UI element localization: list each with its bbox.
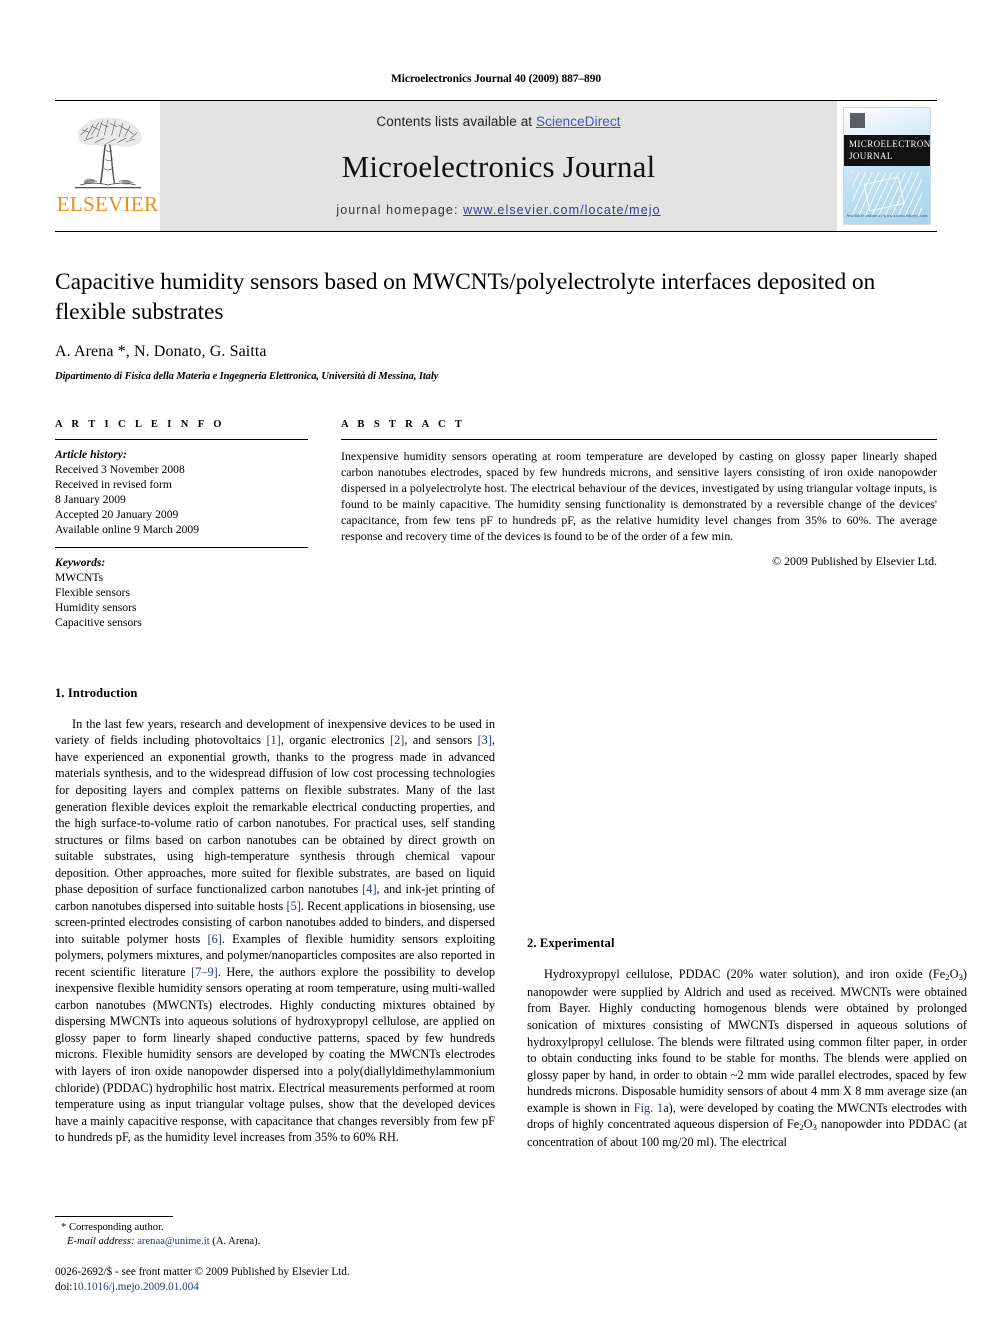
journal-masthead: ELSEVIER Contents lists available at Sci… <box>55 100 937 231</box>
doi-line: doi:10.1016/j.mejo.2009.01.004 <box>55 1280 495 1295</box>
imprint-block: 0026-2692/$ - see front matter © 2009 Pu… <box>55 1265 495 1295</box>
history-item: 8 January 2009 <box>55 493 126 507</box>
article-info-heading: A R T I C L E I N F O <box>55 419 225 431</box>
abstract-copyright: © 2009 Published by Elsevier Ltd. <box>772 553 937 568</box>
elsevier-wordmark: ELSEVIER <box>56 192 159 216</box>
intro-text-h: . Here, the authors explore the possibil… <box>55 964 495 1145</box>
title-block: Capacitive humidity sensors based on MWC… <box>55 267 937 382</box>
contents-line: Contents lists available at ScienceDirec… <box>376 114 620 129</box>
journal-title: Microelectronics Journal <box>341 148 656 184</box>
exp-text-e: O <box>803 1117 813 1132</box>
citation-4[interactable]: [4] <box>362 882 376 896</box>
intro-text-c: , and sensors <box>404 733 478 748</box>
cover-title-band: MICROELECTRONICS JOURNAL <box>844 135 930 166</box>
keywords-rule <box>55 546 308 548</box>
citation-2[interactable]: [2] <box>390 733 404 747</box>
contents-label: Contents lists available at <box>376 114 537 129</box>
abstract-text: Inexpensive humidity sensors operating a… <box>341 449 937 543</box>
doi-label: doi: <box>55 1281 73 1294</box>
author-list: A. Arena *, N. Donato, G. Saitta <box>55 343 267 361</box>
intro-text-b: , organic electronics <box>280 733 390 748</box>
section-heading-introduction: 1. Introduction <box>55 685 138 700</box>
citation-1[interactable]: [1] <box>266 733 280 747</box>
introduction-paragraph: In the last few years, research and deve… <box>55 716 495 1146</box>
citation-3[interactable]: [3] <box>478 733 492 747</box>
cover-elsevier-mark-icon <box>850 113 865 128</box>
cover-footer-text: Available online at www.sciencedirect.co… <box>846 213 928 218</box>
masthead-bottom-rule <box>55 231 937 232</box>
article-info-column: A R T I C L E I N F O Article history: R… <box>55 419 308 630</box>
citation-7-9[interactable]: [7–9] <box>191 965 218 979</box>
keyword-item: Flexible sensors <box>55 585 131 599</box>
body-column-right: 2. Experimental Hydroxypropyl cellulose,… <box>527 686 967 1151</box>
footnote-block: * Corresponding author. E-mail address: … <box>55 1215 495 1295</box>
exp-text-a: Hydroxypropyl cellulose, PDDAC (20% wate… <box>544 966 946 981</box>
citation-5[interactable]: [5] <box>287 899 301 913</box>
keyword-item: Humidity sensors <box>55 600 137 614</box>
history-item: Accepted 20 January 2009 <box>55 508 179 522</box>
article-title: Capacitive humidity sensors based on MWC… <box>55 269 876 326</box>
experimental-paragraph: Hydroxypropyl cellulose, PDDAC (20% wate… <box>527 966 967 1151</box>
elsevier-logo: ELSEVIER <box>55 101 160 231</box>
journal-homepage-link[interactable]: www.elsevier.com/locate/mejo <box>463 203 661 217</box>
cover-title-line2: JOURNAL <box>849 151 893 161</box>
email-label: E-mail address: <box>67 1235 135 1247</box>
figure-1-link[interactable]: Fig. 1 <box>634 1101 663 1115</box>
journal-banner: Contents lists available at ScienceDirec… <box>160 101 837 231</box>
running-head: Microelectronics Journal 40 (2009) 887–8… <box>390 73 601 85</box>
intro-text-d: , have experienced an exponential growth… <box>55 733 495 897</box>
body-columns: 1. Introduction In the last few years, r… <box>55 686 967 1151</box>
abstract-column: A B S T R A C T Inexpensive humidity sen… <box>341 419 937 630</box>
keywords-block: Keywords: MWCNTs Flexible sensors Humidi… <box>55 555 308 630</box>
history-item: Available online 9 March 2009 <box>55 523 200 537</box>
cover-title-line1: MICROELECTRONICS <box>849 139 931 149</box>
homepage-label: journal homepage: <box>336 203 464 217</box>
issn-front-matter: 0026-2692/$ - see front matter © 2009 Pu… <box>55 1266 350 1279</box>
footnote-rule <box>55 1215 173 1217</box>
citation-6[interactable]: [6] <box>208 932 222 946</box>
email-note: E-mail address: arenaa@unime.it (A. Aren… <box>55 1235 495 1249</box>
journal-homepage-line: journal homepage: www.elsevier.com/locat… <box>336 203 660 217</box>
affiliation: Dipartimento di Fisica della Materia e I… <box>55 371 439 383</box>
keyword-item: Capacitive sensors <box>55 615 142 629</box>
info-abstract-row: A R T I C L E I N F O Article history: R… <box>55 419 937 630</box>
cover-image: MICROELECTRONICS JOURNAL Available onlin… <box>843 107 931 225</box>
keywords-label: Keywords: <box>55 555 106 569</box>
sciencedirect-link[interactable]: ScienceDirect <box>536 114 621 129</box>
abstract-heading: A B S T R A C T <box>341 419 466 431</box>
journal-article-page: Microelectronics Journal 40 (2009) 887–8… <box>0 0 992 1323</box>
article-history-label: Article history: <box>55 448 127 462</box>
journal-cover-thumbnail: MICROELECTRONICS JOURNAL Available onlin… <box>837 101 937 231</box>
author-email-link[interactable]: arenaa@unime.it <box>137 1236 209 1247</box>
email-author: (A. Arena). <box>212 1235 261 1247</box>
section-heading-experimental: 2. Experimental <box>527 935 615 950</box>
keyword-item: MWCNTs <box>55 570 104 584</box>
doi-link[interactable]: 10.1016/j.mejo.2009.01.004 <box>72 1281 198 1293</box>
history-item: Received 3 November 2008 <box>55 463 185 477</box>
article-history: Article history: Received 3 November 200… <box>55 440 308 537</box>
exp-text-c: ) nanopowder were supplied by Aldrich an… <box>527 966 967 1115</box>
corresponding-author-note: * Corresponding author. <box>61 1221 164 1233</box>
elsevier-tree-icon <box>74 118 142 189</box>
body-column-left: 1. Introduction In the last few years, r… <box>55 686 495 1151</box>
history-item: Received in revised form <box>55 478 172 492</box>
